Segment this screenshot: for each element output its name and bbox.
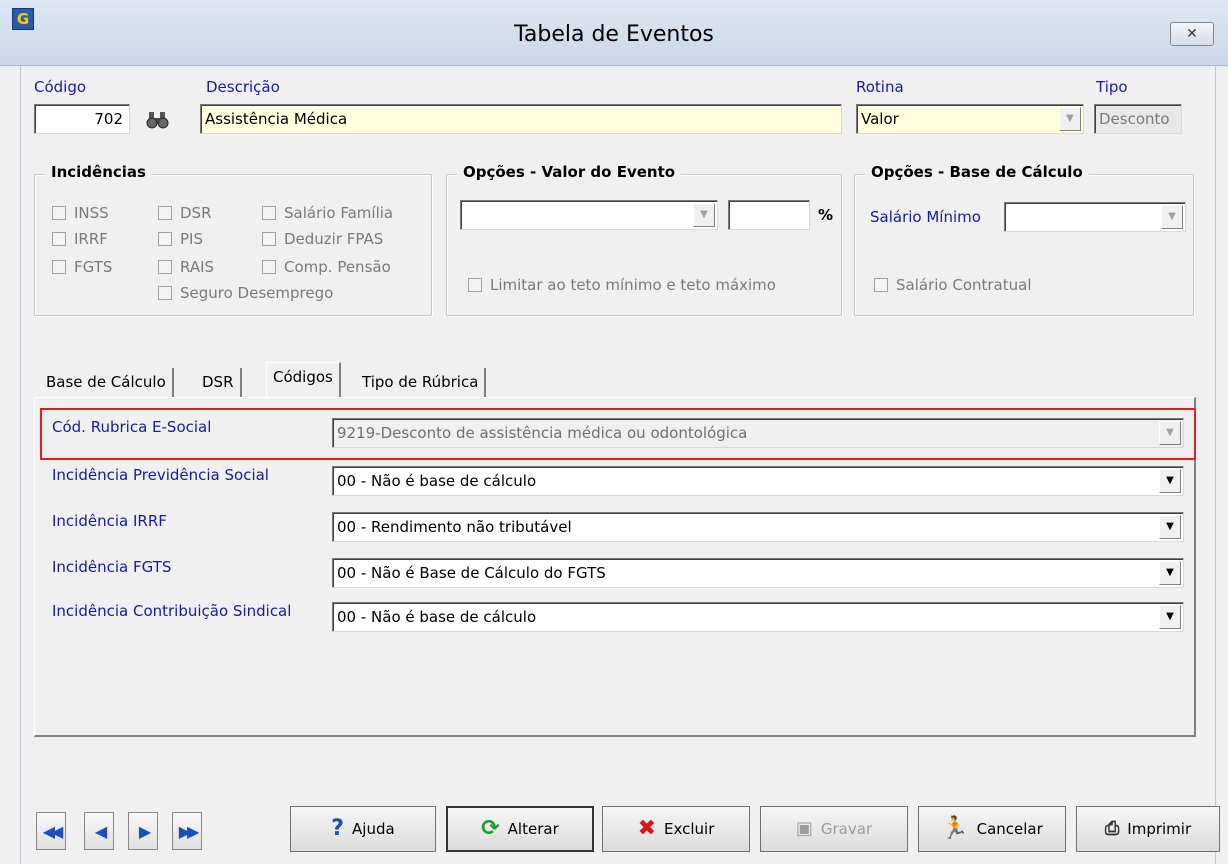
checkbox-seguro-desemprego[interactable]: Seguro Desemprego (158, 284, 333, 302)
chevron-down-icon[interactable]: ▼ (1159, 421, 1181, 445)
descricao-label: Descrição (206, 78, 280, 96)
alterar-button[interactable]: ⟳ Alterar (446, 806, 594, 852)
rotina-value: Valor (861, 110, 899, 128)
tab-base-calculo[interactable]: Base de Cálculo (40, 368, 174, 398)
floppy-icon: ▣ (795, 818, 813, 839)
chevron-down-icon[interactable]: ▼ (1159, 561, 1181, 585)
chevron-down-icon[interactable]: ▼ (693, 203, 715, 227)
codigo-field[interactable]: 702 (34, 104, 130, 134)
contribuicao-sindical-label: Incidência Contribuição Sindical (52, 602, 292, 620)
checkbox-comp-pensao[interactable]: Comp. Pensão (262, 258, 391, 276)
first-record-button[interactable]: ◀◀ (36, 812, 66, 850)
checkbox-rais[interactable]: RAIS (158, 258, 214, 276)
checkbox-limitar-teto[interactable]: Limitar ao teto mínimo e teto máximo (468, 276, 776, 294)
codigo-label: Código (34, 78, 87, 96)
gravar-button[interactable]: ▣ Gravar (760, 806, 908, 852)
contribuicao-sindical-select[interactable]: 00 - Não é base de cálculo ▼ (332, 602, 1184, 632)
imprimir-button[interactable]: ⎙ Imprimir (1076, 806, 1220, 852)
next-record-button[interactable]: ▶ (128, 812, 158, 850)
checkbox-irrf[interactable]: IRRF (52, 230, 108, 248)
checkbox-fgts[interactable]: FGTS (52, 258, 112, 276)
percent-label: % (818, 206, 834, 224)
checkbox-dsr[interactable]: DSR (158, 204, 212, 222)
checkbox-salario-contratual[interactable]: Salário Contratual (874, 276, 1032, 294)
tab-dsr[interactable]: DSR (196, 368, 242, 398)
fgts-select[interactable]: 00 - Não é Base de Cálculo do FGTS ▼ (332, 558, 1184, 588)
close-button[interactable]: ✕ (1170, 22, 1214, 46)
opcoes-base-group: Opções - Base de Cálculo (854, 163, 1194, 316)
opcoes-valor-group: Opções - Valor do Evento (446, 163, 842, 316)
fgts-label: Incidência FGTS (52, 558, 172, 576)
chevron-down-icon[interactable]: ▼ (1159, 515, 1181, 539)
tipo-field: Desconto (1094, 104, 1182, 134)
x-icon: ✖ (637, 816, 657, 841)
incidencias-title: Incidências (45, 163, 152, 181)
tab-codigos[interactable]: Códigos (266, 362, 341, 398)
running-man-icon: 🏃 (941, 816, 969, 841)
valor-evento-select[interactable]: ▼ (460, 200, 718, 230)
previdencia-label: Incidência Previdência Social (52, 466, 269, 484)
previdencia-select[interactable]: 00 - Não é base de cálculo ▼ (332, 466, 1184, 496)
tipo-label: Tipo (1096, 78, 1128, 96)
rubrica-esocial-label: Cód. Rubrica E-Social (52, 418, 212, 436)
salario-minimo-label: Salário Mínimo (870, 208, 981, 226)
refresh-icon: ⟳ (481, 816, 500, 841)
excluir-button[interactable]: ✖ Excluir (602, 806, 750, 852)
printer-icon: ⎙ (1104, 818, 1120, 839)
percent-field[interactable] (728, 200, 810, 230)
irrf-select[interactable]: 00 - Rendimento não tributável ▼ (332, 512, 1184, 542)
chevron-down-icon[interactable]: ▼ (1161, 205, 1183, 229)
opcoes-valor-title: Opções - Valor do Evento (457, 163, 682, 181)
descricao-field[interactable]: Assistência Médica (200, 104, 842, 134)
irrf-label: Incidência IRRF (52, 512, 167, 530)
prev-record-button[interactable]: ◀ (84, 812, 114, 850)
question-icon: ? (331, 816, 345, 841)
cancelar-button[interactable]: 🏃 Cancelar (918, 806, 1066, 852)
checkbox-salario-familia[interactable]: Salário Família (262, 204, 393, 222)
rubrica-esocial-select[interactable]: 9219-Desconto de assistência médica ou o… (332, 418, 1184, 448)
tab-tipo-rubrica[interactable]: Tipo de Rúbrica (356, 368, 487, 398)
salario-minimo-select[interactable]: ▼ (1004, 202, 1186, 232)
chevron-down-icon[interactable]: ▼ (1159, 469, 1181, 493)
chevron-down-icon[interactable]: ▼ (1159, 605, 1181, 629)
checkbox-inss[interactable]: INSS (52, 204, 109, 222)
rotina-select[interactable]: Valor ▼ (856, 104, 1084, 134)
binoculars-icon[interactable] (146, 110, 172, 130)
last-record-button[interactable]: ▶▶ (172, 812, 202, 850)
window-title: Tabela de Eventos (514, 22, 714, 47)
checkbox-deduzir-fpas[interactable]: Deduzir FPAS (262, 230, 383, 248)
chevron-down-icon[interactable]: ▼ (1059, 107, 1081, 131)
checkbox-pis[interactable]: PIS (158, 230, 203, 248)
ajuda-button[interactable]: ? Ajuda (290, 806, 436, 852)
opcoes-base-title: Opções - Base de Cálculo (865, 163, 1089, 181)
rotina-label: Rotina (856, 78, 904, 96)
